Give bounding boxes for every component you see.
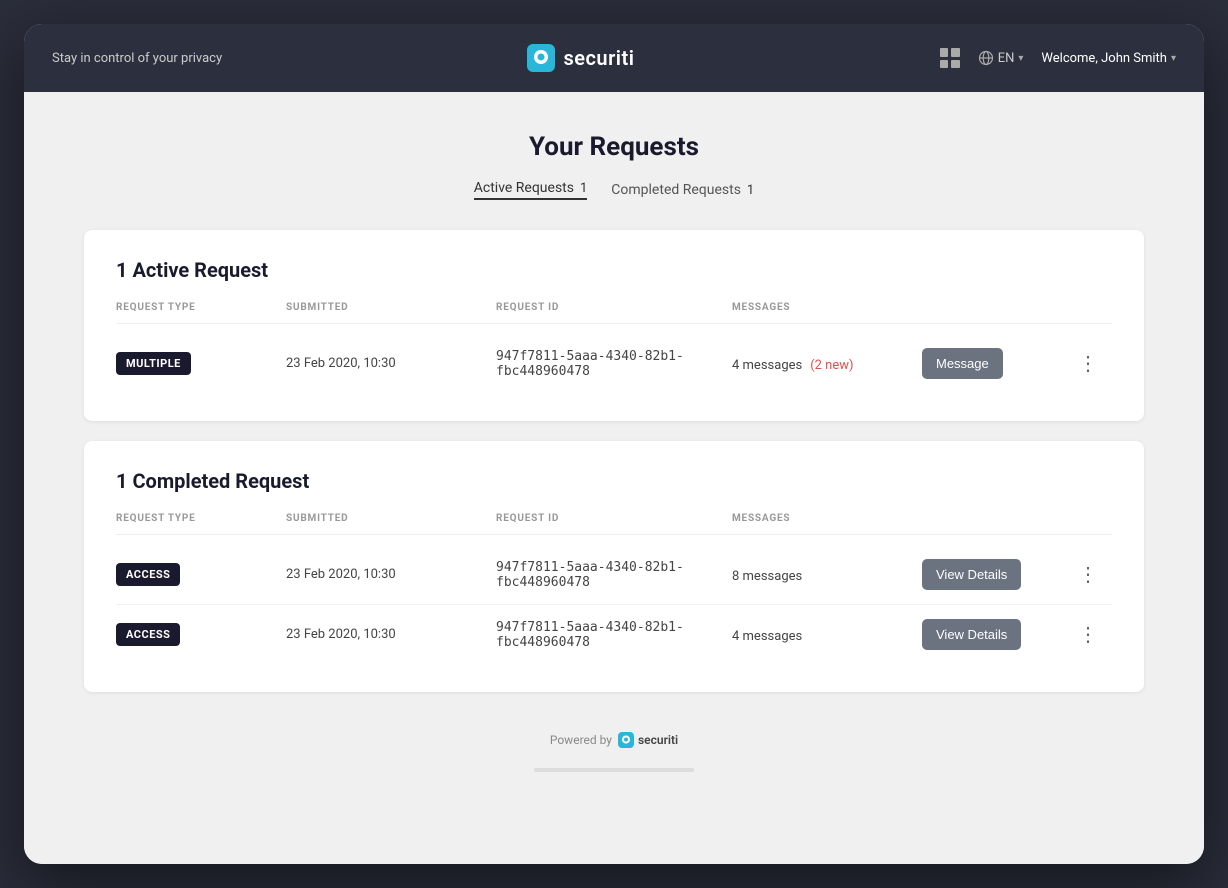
- footer-logo: securiti: [618, 732, 678, 748]
- more-options-button-1[interactable]: ⋮: [1072, 565, 1104, 585]
- comp-messages-count-2: 4 messages: [732, 629, 802, 644]
- comp-action-cell-2: View Details: [922, 619, 1062, 650]
- header-actions: EN ▾ Welcome, John Smith ▾: [940, 48, 1176, 68]
- tagline: Stay in control of your privacy: [52, 51, 222, 66]
- badge-access-1: ACCESS: [116, 563, 180, 586]
- tab-active-count: 1: [580, 181, 587, 196]
- comp-action-cell-1: View Details: [922, 559, 1062, 590]
- table-row: ACCESS 23 Feb 2020, 10:30 947f7811-5aaa-…: [116, 605, 1112, 664]
- comp-col-more: [1072, 513, 1112, 524]
- col-request-type: REQUEST TYPE: [116, 302, 276, 313]
- completed-requests-card: 1 Completed Request REQUEST TYPE SUBMITT…: [84, 441, 1144, 692]
- app-header: Stay in control of your privacy securiti: [24, 24, 1204, 92]
- tab-completed-count: 1: [747, 183, 754, 198]
- language-chevron-icon: ▾: [1018, 53, 1023, 64]
- completed-table-header: REQUEST TYPE SUBMITTED REQUEST ID MESSAG…: [116, 513, 1112, 535]
- messages-new-count: (2 new): [810, 358, 853, 373]
- comp-col-action: [922, 513, 1062, 524]
- action-cell: Message: [922, 348, 1062, 379]
- apps-grid-button[interactable]: [940, 48, 960, 68]
- comp-submitted-date-2: 23 Feb 2020, 10:30: [286, 627, 486, 642]
- submitted-date: 23 Feb 2020, 10:30: [286, 356, 486, 371]
- badge-multiple: MULTIPLE: [116, 352, 191, 375]
- messages-count: 4 messages: [732, 358, 802, 373]
- active-table-header: REQUEST TYPE SUBMITTED REQUEST ID MESSAG…: [116, 302, 1112, 324]
- request-type-badge-multiple: MULTIPLE: [116, 352, 276, 375]
- user-chevron-icon: ▾: [1171, 53, 1176, 64]
- more-options-button-2[interactable]: ⋮: [1072, 625, 1104, 645]
- user-menu[interactable]: Welcome, John Smith ▾: [1041, 51, 1176, 66]
- language-selector[interactable]: EN ▾: [978, 50, 1024, 66]
- badge-access-2: ACCESS: [116, 623, 180, 646]
- comp-col-submitted: SUBMITTED: [286, 513, 486, 524]
- footer-brand-name: securiti: [638, 733, 678, 747]
- comp-messages-count-1: 8 messages: [732, 569, 802, 584]
- comp-more-cell-1: ⋮: [1072, 565, 1112, 585]
- view-details-button-1[interactable]: View Details: [922, 559, 1021, 590]
- comp-col-request-id: REQUEST ID: [496, 513, 722, 524]
- comp-col-request-type: REQUEST TYPE: [116, 513, 276, 524]
- page-title: Your Requests: [84, 132, 1144, 162]
- footer-securiti-icon: [618, 732, 634, 748]
- scroll-indicator: [534, 768, 694, 772]
- table-row: MULTIPLE 23 Feb 2020, 10:30 947f7811-5aa…: [116, 334, 1112, 393]
- more-cell: ⋮: [1072, 354, 1112, 374]
- language-label: EN: [998, 51, 1015, 66]
- active-requests-card: 1 Active Request REQUEST TYPE SUBMITTED …: [84, 230, 1144, 421]
- tab-completed-requests[interactable]: Completed Requests 1: [611, 182, 754, 198]
- messages-cell: 4 messages (2 new): [732, 354, 912, 373]
- comp-more-cell-2: ⋮: [1072, 625, 1112, 645]
- col-request-id: REQUEST ID: [496, 302, 722, 313]
- comp-messages-cell-2: 4 messages: [732, 625, 912, 644]
- comp-request-id-1: 947f7811-5aaa-4340-82b1-fbc448960478: [496, 560, 722, 590]
- col-messages: MESSAGES: [732, 302, 912, 313]
- comp-submitted-date-1: 23 Feb 2020, 10:30: [286, 567, 486, 582]
- tab-completed-label: Completed Requests: [611, 182, 741, 198]
- brand-name: securiti: [563, 46, 634, 70]
- col-more: [1072, 302, 1112, 313]
- view-details-button-2[interactable]: View Details: [922, 619, 1021, 650]
- main-content: Your Requests Active Requests 1 Complete…: [24, 92, 1204, 864]
- col-submitted: SUBMITTED: [286, 302, 486, 313]
- request-type-badge-access-1: ACCESS: [116, 563, 276, 586]
- tab-active-requests[interactable]: Active Requests 1: [474, 180, 588, 200]
- tabs-row: Active Requests 1 Completed Requests 1: [84, 180, 1144, 200]
- comp-col-messages: MESSAGES: [732, 513, 912, 524]
- logo-area: securiti: [527, 44, 634, 72]
- table-row: ACCESS 23 Feb 2020, 10:30 947f7811-5aaa-…: [116, 545, 1112, 604]
- securiti-logo-icon: [527, 44, 555, 72]
- active-requests-heading: 1 Active Request: [116, 258, 1112, 282]
- request-type-badge-access-2: ACCESS: [116, 623, 276, 646]
- completed-requests-heading: 1 Completed Request: [116, 469, 1112, 493]
- globe-icon: [978, 50, 994, 66]
- comp-messages-cell-1: 8 messages: [732, 565, 912, 584]
- request-id: 947f7811-5aaa-4340-82b1-fbc448960478: [496, 349, 722, 379]
- message-button[interactable]: Message: [922, 348, 1003, 379]
- more-options-button[interactable]: ⋮: [1072, 354, 1104, 374]
- col-action: [922, 302, 1062, 313]
- user-label: Welcome, John Smith: [1041, 51, 1167, 66]
- powered-by-text: Powered by: [550, 733, 612, 747]
- comp-request-id-2: 947f7811-5aaa-4340-82b1-fbc448960478: [496, 620, 722, 650]
- footer: Powered by securiti: [84, 712, 1144, 768]
- tab-active-label: Active Requests: [474, 180, 574, 196]
